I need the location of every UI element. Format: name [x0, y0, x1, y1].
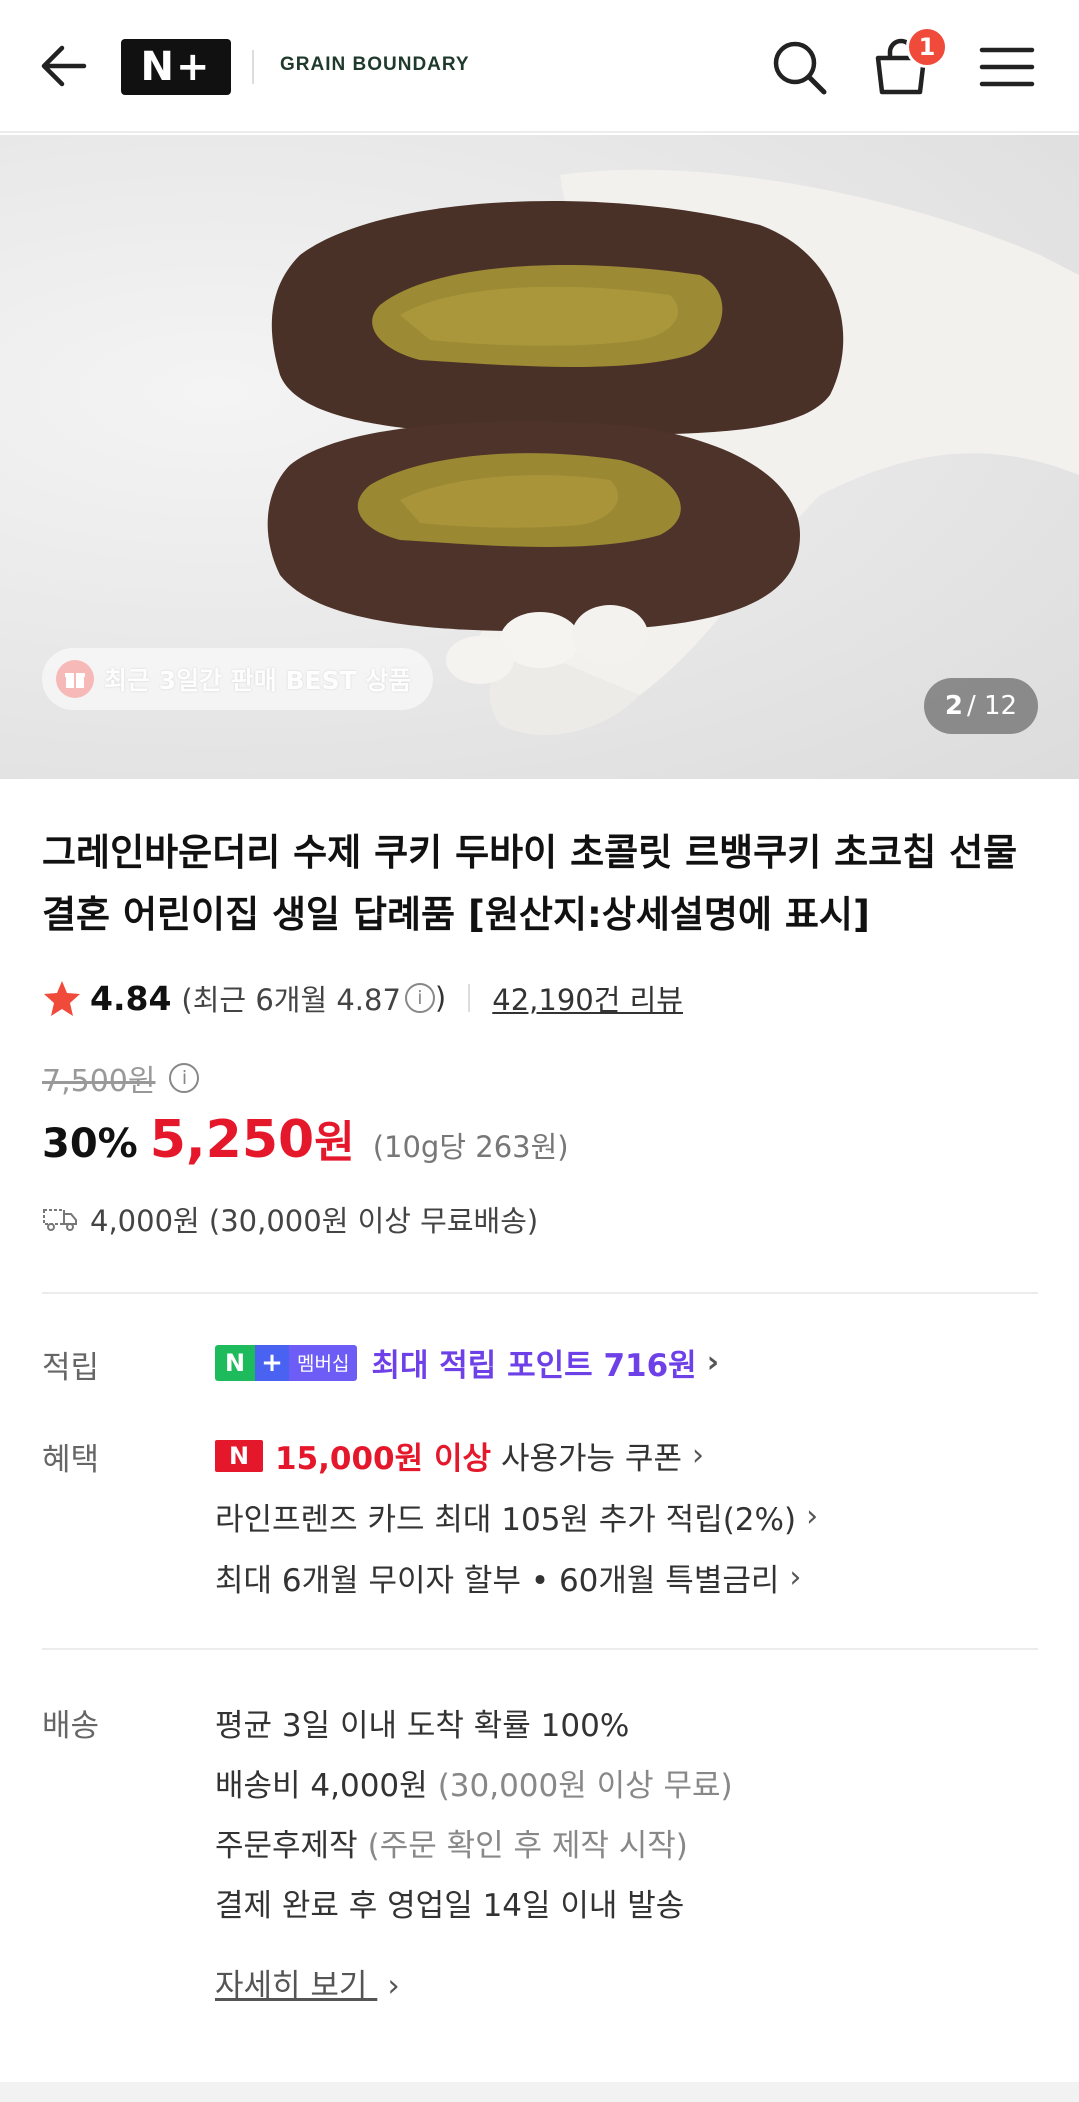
- installment-text: 최대 6개월 무이자 할부 • 60개월 특별금리: [215, 1563, 780, 1599]
- cart-count-badge: 1: [906, 26, 948, 68]
- shipping-fee-row: 4,000원 (30,000원 이상 무료배송): [42, 1198, 538, 1240]
- product-title: 그레인바운더리 수제 쿠키 두바이 초콜릿 르뱅쿠키 초코칩 선물 결혼 어린이…: [42, 831, 1018, 936]
- chevron-right-icon: ›: [706, 1345, 720, 1380]
- points-row[interactable]: N + 멤버십 최대 적립 포인트 716원 ›: [215, 1340, 719, 1385]
- image-pager: 2 / 12: [924, 678, 1038, 734]
- card-benefit-text: 라인프렌즈 카드 최대 105원 추가 적립(2%): [215, 1502, 797, 1538]
- unit-price: (10g당 263원): [372, 1130, 569, 1164]
- section-divider: [42, 1292, 1038, 1294]
- rating-separator: [468, 984, 471, 1012]
- tag-n: N: [215, 1344, 255, 1381]
- delivery-line-3: 주문후제작 (주문 확인 후 제작 시작): [215, 1820, 688, 1865]
- rating-score: 4.84: [90, 978, 172, 1018]
- discount-rate: 30%: [42, 1121, 138, 1167]
- info-icon[interactable]: i: [404, 983, 435, 1013]
- view-details-text: 자세히 보기: [215, 1968, 368, 2004]
- coupon-text: 사용가능 쿠폰: [500, 1441, 682, 1477]
- search-icon[interactable]: [768, 36, 830, 98]
- rating-row: 4.84 (최근 6개월 4.87 i ) 42,190건 리뷰: [42, 975, 683, 1021]
- coupon-min: 15,000원 이상: [275, 1441, 491, 1477]
- sale-price: 5,250: [149, 1110, 315, 1170]
- tag-membership: 멤버십: [289, 1344, 358, 1381]
- best-seller-badge: 최근 3일간 판매 BEST 상품: [42, 648, 434, 710]
- brand-name[interactable]: GRAIN BOUNDARY: [280, 54, 470, 76]
- price-unit: 원: [314, 1117, 355, 1168]
- section-divider: [42, 1648, 1038, 1650]
- coupon-row[interactable]: N 15,000원 이상 사용가능 쿠폰 ›: [215, 1433, 704, 1478]
- tag-plus: +: [255, 1344, 289, 1381]
- product-image[interactable]: 최근 3일간 판매 BEST 상품 2 / 12: [0, 135, 1079, 779]
- made-to-order: 주문후제작: [215, 1828, 358, 1864]
- menu-icon[interactable]: [976, 36, 1038, 98]
- pager-current: 2: [944, 691, 963, 721]
- nplus-membership-tag: N + 멤버십: [215, 1344, 358, 1381]
- sale-price-row: 30% 5,250 원 (10g당 263원): [42, 1106, 569, 1172]
- delivery-fee-sub: (30,000원 이상 무료): [437, 1768, 733, 1804]
- top-header: N+ GRAIN BOUNDARY 1: [0, 0, 1079, 133]
- naver-plus-logo[interactable]: N+: [121, 39, 231, 95]
- gift-icon: [56, 660, 94, 698]
- naver-coupon-icon: N: [215, 1439, 263, 1472]
- star-icon: [44, 981, 80, 1016]
- logo-text: N+: [140, 44, 212, 90]
- chevron-right-icon: ›: [806, 1499, 819, 1534]
- max-points-text: 최대 적립 포인트 716원: [371, 1348, 697, 1384]
- view-details-link[interactable]: 자세히 보기 ›: [215, 1960, 400, 2005]
- truck-icon: [43, 1209, 77, 1231]
- delivery-line-1: 평균 3일 이내 도착 확률 100%: [215, 1708, 630, 1744]
- chevron-right-icon: ›: [387, 1968, 400, 2004]
- made-to-order-sub: (주문 확인 후 제작 시작): [367, 1828, 688, 1864]
- recent-rating: (최근 6개월 4.87: [181, 983, 401, 1017]
- recent-rating-close: ): [434, 981, 447, 1015]
- bottom-section-spacer: [0, 2082, 1079, 2102]
- shipping-fee-text: 4,000원 (30,000원 이상 무료배송): [90, 1204, 539, 1238]
- back-arrow-icon[interactable]: [38, 38, 90, 94]
- review-count-link[interactable]: 42,190건 리뷰: [492, 977, 683, 1019]
- chevron-right-icon: ›: [691, 1438, 704, 1473]
- delivery-label: 배송: [42, 1708, 100, 1744]
- card-benefit-row[interactable]: 라인프렌즈 카드 최대 105원 추가 적립(2%) ›: [215, 1494, 818, 1539]
- delivery-line-4: 결제 완료 후 영업일 14일 이내 발송: [215, 1888, 685, 1924]
- delivery-fee: 배송비 4,000원: [215, 1768, 428, 1804]
- points-label: 적립: [42, 1350, 100, 1386]
- logo-divider: [252, 50, 254, 84]
- original-price: 7,500원: [42, 1064, 156, 1099]
- benefits-label: 혜택: [42, 1442, 100, 1478]
- original-price-row: 7,500원 i: [42, 1056, 200, 1100]
- price-info-icon[interactable]: i: [169, 1063, 200, 1093]
- installment-row[interactable]: 최대 6개월 무이자 할부 • 60개월 특별금리 ›: [215, 1555, 801, 1600]
- pager-total: / 12: [966, 691, 1018, 721]
- chevron-right-icon: ›: [789, 1560, 802, 1595]
- best-badge-text: 최근 3일간 판매 BEST 상품: [104, 666, 412, 695]
- delivery-line-2: 배송비 4,000원 (30,000원 이상 무료): [215, 1760, 733, 1805]
